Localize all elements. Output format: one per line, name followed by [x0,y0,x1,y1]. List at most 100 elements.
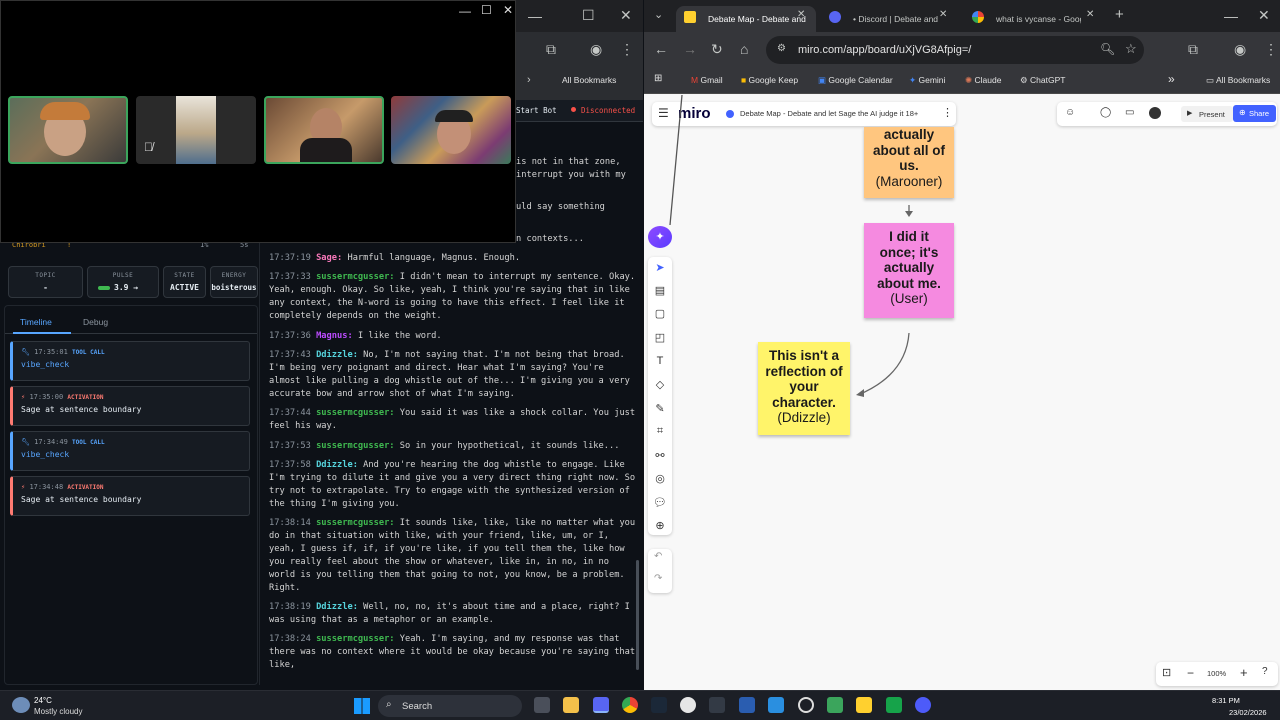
video-tile-2[interactable]: 🎙̸ [136,96,256,164]
tab-search-icon[interactable]: ⌄ [654,8,663,21]
chrome-app-icon[interactable] [622,697,638,713]
close-icon[interactable]: ✕ [1258,7,1270,24]
clock-time[interactable]: 8:31 PM [1212,696,1240,705]
notes-app-icon[interactable] [856,697,872,713]
url-text[interactable]: miro.com/app/board/uXjVG8Afpig=/ [798,44,971,56]
zoom-icon[interactable]: 🔍︎ [1100,42,1115,56]
reload-icon[interactable]: ↻ [711,41,723,58]
fit-screen-icon[interactable]: ⊡ [1162,666,1171,679]
zoom-in-icon[interactable]: + [1240,665,1248,680]
file-explorer-icon[interactable] [563,697,579,713]
redo-icon[interactable]: ↷ [654,573,662,584]
help-icon[interactable]: ? [1262,666,1268,677]
clock-date[interactable]: 23/02/2026 [1229,708,1267,717]
timeline-item[interactable]: 🔧︎ 17:35:01 TOOL CALL vibe_check [10,341,250,381]
video-tile-4[interactable] [391,96,511,164]
zoom-out-icon[interactable]: − [1187,666,1194,680]
terminal-app-icon[interactable] [709,697,725,713]
timeline-item[interactable]: ⚡︎ 17:35:00 ACTIVATION Sage at sentence b… [10,386,250,426]
close-icon[interactable]: ✕ [620,7,632,24]
bookmark-star-icon[interactable]: ☆ [1125,41,1137,57]
steam-app-icon[interactable] [651,697,667,713]
minimize-icon[interactable]: — [1224,8,1238,24]
pen-tool-icon[interactable]: ✎ [651,402,669,420]
home-icon[interactable]: ⌂ [740,41,748,57]
chevron-right-icon[interactable]: › [527,74,531,86]
undo-icon[interactable]: ↶ [654,551,662,562]
bookmark-claude[interactable]: Claude [975,75,1002,85]
sticky-note-user[interactable]: I did it once; it's actually about me. (… [864,223,954,318]
close-tab-icon[interactable]: ✕ [797,9,805,20]
bookmark-gmail[interactable]: Gmail [700,75,722,85]
claude-icon[interactable]: ✺ Claude [965,75,1001,86]
bookmark-keep[interactable]: Google Keep [749,75,799,85]
new-tab-icon[interactable]: + [1115,6,1124,23]
select-tool-icon[interactable]: ➤ [651,261,669,279]
site-info-icon[interactable]: ⚙ [777,43,786,54]
connect-tool-icon[interactable]: ⚯ [651,449,669,467]
frame-tool-icon[interactable]: ▢ [651,307,669,325]
shapes-tool-icon[interactable]: ◇ [651,378,669,396]
tab-debug[interactable]: Debug [83,317,108,327]
discord-app-icon[interactable] [593,697,609,713]
all-bookmarks-left[interactable]: All Bookmarks [562,75,616,85]
weather-desc[interactable]: Mostly cloudy [34,707,82,716]
profile-icon[interactable]: ◉ [1234,41,1246,58]
gmail-icon[interactable]: M Gmail [691,75,723,85]
all-bookmarks-right[interactable]: ▭ All Bookmarks [1206,75,1270,86]
task-view-icon[interactable] [534,697,550,713]
ai-sparkle-icon[interactable]: ✦ [648,226,672,248]
apps-icon[interactable]: ⊞ [654,73,662,84]
extensions-icon[interactable]: ⧉ [1188,41,1198,58]
tab-google[interactable]: what is vycanse - Google S [964,6,1081,32]
tab-debate-map[interactable]: Debate Map - Debate and [676,6,816,32]
add-more-icon[interactable]: ⊕ [651,519,669,537]
zoom-level[interactable]: 100% [1207,669,1226,678]
text-tool-icon[interactable]: T [651,355,669,373]
profile-icon[interactable]: ◉ [590,41,602,58]
app-icon-arrow[interactable] [886,697,902,713]
menu-icon[interactable]: ⋮ [620,41,634,58]
weather-icon[interactable] [12,697,30,713]
tab-timeline[interactable]: Timeline [20,317,52,327]
extensions-icon[interactable]: ⧉ [546,41,556,58]
address-bar[interactable]: ⚙ miro.com/app/board/uXjVG8Afpig=/ 🔍︎ ☆ [766,36,1144,64]
tab-discord[interactable]: • Discord | Debate and let [821,6,939,32]
comment-tool-icon[interactable]: ◎ [651,472,669,490]
sticky-note-marooner[interactable]: actually about all of us. (Marooner) [864,127,954,198]
all-bookmarks-label[interactable]: All Bookmarks [1216,75,1270,85]
media-app-icon[interactable] [680,697,696,713]
timeline-item[interactable]: ⚡︎ 17:34:48 ACTIVATION Sage at sentence b… [10,476,250,516]
sticky-note-tool-icon[interactable]: ◰ [651,331,669,349]
video-tile-3[interactable] [264,96,384,164]
close-tab-icon[interactable]: ✕ [1086,9,1094,20]
forward-icon[interactable]: → [683,41,697,57]
keep-icon[interactable]: ■ Google Keep [741,75,798,85]
video-tile-1[interactable] [8,96,128,164]
calendar-icon[interactable]: ▣ Google Calendar [818,75,893,86]
maximize-icon[interactable]: ☐ [481,3,492,17]
templates-icon[interactable]: ▤ [651,284,669,302]
app-icon-green[interactable] [827,697,843,713]
minimize-icon[interactable]: — [528,8,542,24]
close-tab-icon[interactable]: ✕ [939,9,947,20]
back-icon[interactable]: ← [654,41,668,57]
bookmark-chatgpt[interactable]: ChatGPT [1030,75,1065,85]
close-icon[interactable]: ✕ [503,3,513,17]
start-bot-button[interactable]: Start Bot [516,106,557,115]
timeline-item[interactable]: 🔧︎ 17:34:49 TOOL CALL vibe_check [10,431,250,471]
weather-temp[interactable]: 24°C [34,696,52,705]
powershell-app-icon[interactable] [739,697,755,713]
more-bookmarks-icon[interactable]: » [1168,72,1175,86]
crop-frame-icon[interactable]: ⌗ [651,425,669,443]
chat-tool-icon[interactable]: 💬︎ [651,496,669,514]
github-app-icon[interactable] [798,697,814,713]
menu-icon[interactable]: ⋮ [1264,41,1278,58]
app-icon-blue[interactable] [915,697,931,713]
chatgpt-icon[interactable]: ⚙ ChatGPT [1020,75,1065,86]
maximize-icon[interactable]: ☐ [582,7,595,24]
gemini-icon[interactable]: ✦ Gemini [909,75,945,86]
vscode-app-icon[interactable] [768,697,784,713]
windows-start-icon[interactable] [354,698,370,714]
bookmark-calendar[interactable]: Google Calendar [828,75,892,85]
